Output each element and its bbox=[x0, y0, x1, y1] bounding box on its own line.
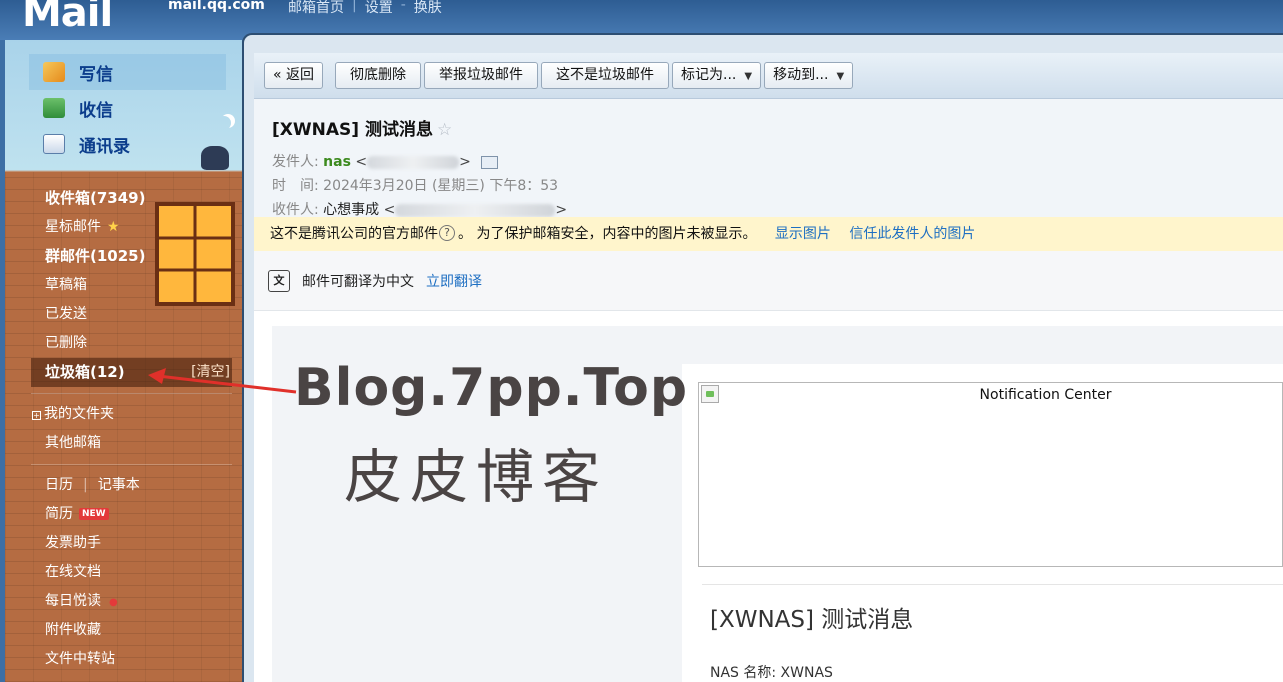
link-settings[interactable]: 设置 bbox=[357, 0, 401, 17]
link-mail-home[interactable]: 邮箱首页 bbox=[280, 0, 352, 17]
from-label: 发件人: bbox=[272, 154, 319, 170]
to-label: 收件人: bbox=[272, 202, 319, 218]
time-row: 时 间: 2024年3月20日 (星期三) 下午8：53 bbox=[272, 175, 558, 195]
daily-reading-link[interactable]: 每日悦读 ● bbox=[5, 587, 242, 616]
chevron-down-icon: ▼ bbox=[744, 71, 753, 82]
folder-my-folders[interactable]: + 我的文件夹 bbox=[5, 400, 242, 429]
nas-name-line: NAS 名称: XWNAS bbox=[710, 665, 833, 681]
expand-plus-icon[interactable]: + bbox=[32, 411, 41, 420]
folder-starred-label: 星标邮件 bbox=[45, 219, 101, 235]
watermark-blog-name: 皮皮博客 bbox=[344, 443, 609, 511]
red-arrow-icon bbox=[148, 368, 297, 394]
help-icon[interactable]: ? bbox=[439, 225, 455, 241]
report-spam-button[interactable]: 举报垃圾邮件 bbox=[424, 62, 539, 89]
new-badge: NEW bbox=[79, 508, 109, 520]
not-spam-button[interactable]: 这不是垃圾邮件 bbox=[541, 62, 670, 89]
attachments-link[interactable]: 附件收藏 bbox=[5, 616, 242, 645]
file-transfer-link[interactable]: 文件中转站 bbox=[5, 645, 242, 674]
content-title: [XWNAS] 测试消息 bbox=[710, 607, 914, 633]
trust-sender-link[interactable]: 信任此发件人的图片 bbox=[849, 226, 975, 242]
time-value: 2024年3月20日 (星期三) 下午8：53 bbox=[323, 178, 559, 194]
sender-name[interactable]: nas bbox=[323, 154, 351, 170]
inbox-download-icon bbox=[43, 98, 65, 118]
subject-text: [XWNAS] 测试消息 bbox=[272, 120, 433, 140]
to-row: 收件人: 心想事成 < > bbox=[272, 199, 567, 219]
delete-forever-button[interactable]: 彻底删除 bbox=[335, 62, 422, 89]
red-dot-icon: ● bbox=[109, 597, 118, 608]
mail-toolbar: « 返回 彻底删除 举报垃圾邮件 这不是垃圾邮件 标记为... ▼ 移动到... ▼ bbox=[254, 53, 1283, 99]
contacts-label: 通讯录 bbox=[79, 136, 130, 157]
folder-sent[interactable]: 已发送 bbox=[5, 300, 242, 329]
from-row: 发件人: nas < > bbox=[272, 151, 499, 171]
chevron-down-icon: ▼ bbox=[836, 71, 845, 82]
mark-as-label: 标记为... bbox=[681, 67, 737, 83]
folder-list: 收件箱(7349) 星标邮件 ★ 群邮件(1025) 草稿箱 已发送 已删除 垃圾… bbox=[5, 184, 242, 674]
sender-address-redacted bbox=[367, 155, 460, 169]
online-docs-link[interactable]: 在线文档 bbox=[5, 558, 242, 587]
recipient-address-close: > bbox=[555, 202, 568, 218]
image-alt-text: Notification Center bbox=[979, 387, 1112, 403]
contacts-button[interactable]: 通讯录 bbox=[29, 126, 226, 162]
move-to-dropdown[interactable]: 移动到... ▼ bbox=[764, 62, 854, 89]
translate-text: 邮件可翻译为中文 bbox=[302, 273, 414, 290]
notes-link[interactable]: 记事本 bbox=[98, 477, 140, 493]
folder-group[interactable]: 群邮件(1025) bbox=[5, 242, 242, 271]
calendar-link[interactable]: 日历 bbox=[45, 477, 73, 493]
sender-address-close: > bbox=[459, 154, 471, 170]
watermark-blog-url: Blog.7pp.Top bbox=[294, 358, 689, 418]
contact-card-icon bbox=[43, 134, 65, 154]
receive-button[interactable]: 收信 bbox=[29, 90, 226, 126]
move-to-label: 移动到... bbox=[773, 67, 829, 83]
resume-link[interactable]: 简历 NEW bbox=[5, 500, 242, 529]
compose-label: 写信 bbox=[79, 64, 113, 85]
mail-logo[interactable]: Mail bbox=[22, 0, 113, 36]
folder-starred[interactable]: 星标邮件 ★ bbox=[5, 213, 242, 242]
tools-row: 日历 | 记事本 bbox=[5, 471, 242, 500]
pencil-icon bbox=[43, 62, 65, 82]
recipient-address-open: < bbox=[383, 202, 396, 218]
quick-actions: 写信 收信 通讯录 bbox=[29, 54, 226, 168]
mail-header: [XWNAS] 测试消息 ☆ 发件人: nas < > 时 间: 2024年3月20… bbox=[254, 99, 1283, 219]
invoice-link[interactable]: 发票助手 bbox=[5, 529, 242, 558]
translate-bar: 文 邮件可翻译为中文 立即翻译 bbox=[254, 251, 1283, 311]
resume-label: 简历 bbox=[45, 506, 73, 522]
blocked-image: Notification Center bbox=[698, 382, 1283, 567]
time-label: 时 间: bbox=[272, 178, 319, 194]
recipient-name[interactable]: 心想事成 bbox=[323, 202, 379, 218]
divider bbox=[31, 464, 232, 465]
divider: | bbox=[83, 477, 88, 493]
link-skin[interactable]: 换肤 bbox=[406, 0, 450, 17]
folder-deleted[interactable]: 已删除 bbox=[5, 329, 242, 358]
logo-domain: mail.qq.com bbox=[168, 0, 265, 13]
top-links: 邮箱首页 | 设置 - 换肤 bbox=[280, 0, 450, 17]
divider bbox=[702, 584, 1283, 585]
security-warning-bar: 这不是腾讯公司的官方邮件?。 为了保护邮箱安全，内容中的图片未被显示。 显示图片… bbox=[254, 217, 1283, 251]
folder-drafts[interactable]: 草稿箱 bbox=[5, 271, 242, 300]
contact-card-icon[interactable] bbox=[481, 155, 499, 169]
receive-label: 收信 bbox=[79, 100, 113, 121]
star-outline-icon[interactable]: ☆ bbox=[437, 120, 452, 140]
mark-as-dropdown[interactable]: 标记为... ▼ bbox=[672, 62, 762, 89]
back-button[interactable]: « 返回 bbox=[264, 62, 324, 89]
mail-subject: [XWNAS] 测试消息 ☆ bbox=[272, 115, 452, 140]
recipient-address-redacted bbox=[395, 203, 556, 217]
daily-reading-label: 每日悦读 bbox=[45, 593, 101, 609]
compose-button[interactable]: 写信 bbox=[29, 54, 226, 90]
sidebar: 写信 收信 通讯录 收件箱(7349) 星标邮件 ★ 群邮件(1025) 草稿箱 … bbox=[5, 40, 242, 682]
folder-spam-label: 垃圾箱(12) bbox=[45, 363, 125, 381]
translate-icon: 文 bbox=[268, 269, 290, 292]
warning-text-2: 。 为了保护邮箱安全，内容中的图片未被显示。 bbox=[458, 226, 757, 242]
show-images-link[interactable]: 显示图片 bbox=[775, 226, 831, 242]
folder-inbox[interactable]: 收件箱(7349) bbox=[5, 184, 242, 213]
warning-text-1: 这不是腾讯公司的官方邮件 bbox=[270, 226, 438, 242]
my-folders-label: 我的文件夹 bbox=[44, 406, 114, 422]
mail-content-card: Notification Center [XWNAS] 测试消息 NAS 名称:… bbox=[682, 364, 1283, 682]
folder-other-mailbox[interactable]: 其他邮箱 bbox=[5, 429, 242, 458]
sender-address-open: < bbox=[355, 154, 368, 170]
translate-now-link[interactable]: 立即翻译 bbox=[426, 271, 482, 291]
star-icon: ★ bbox=[107, 219, 120, 235]
